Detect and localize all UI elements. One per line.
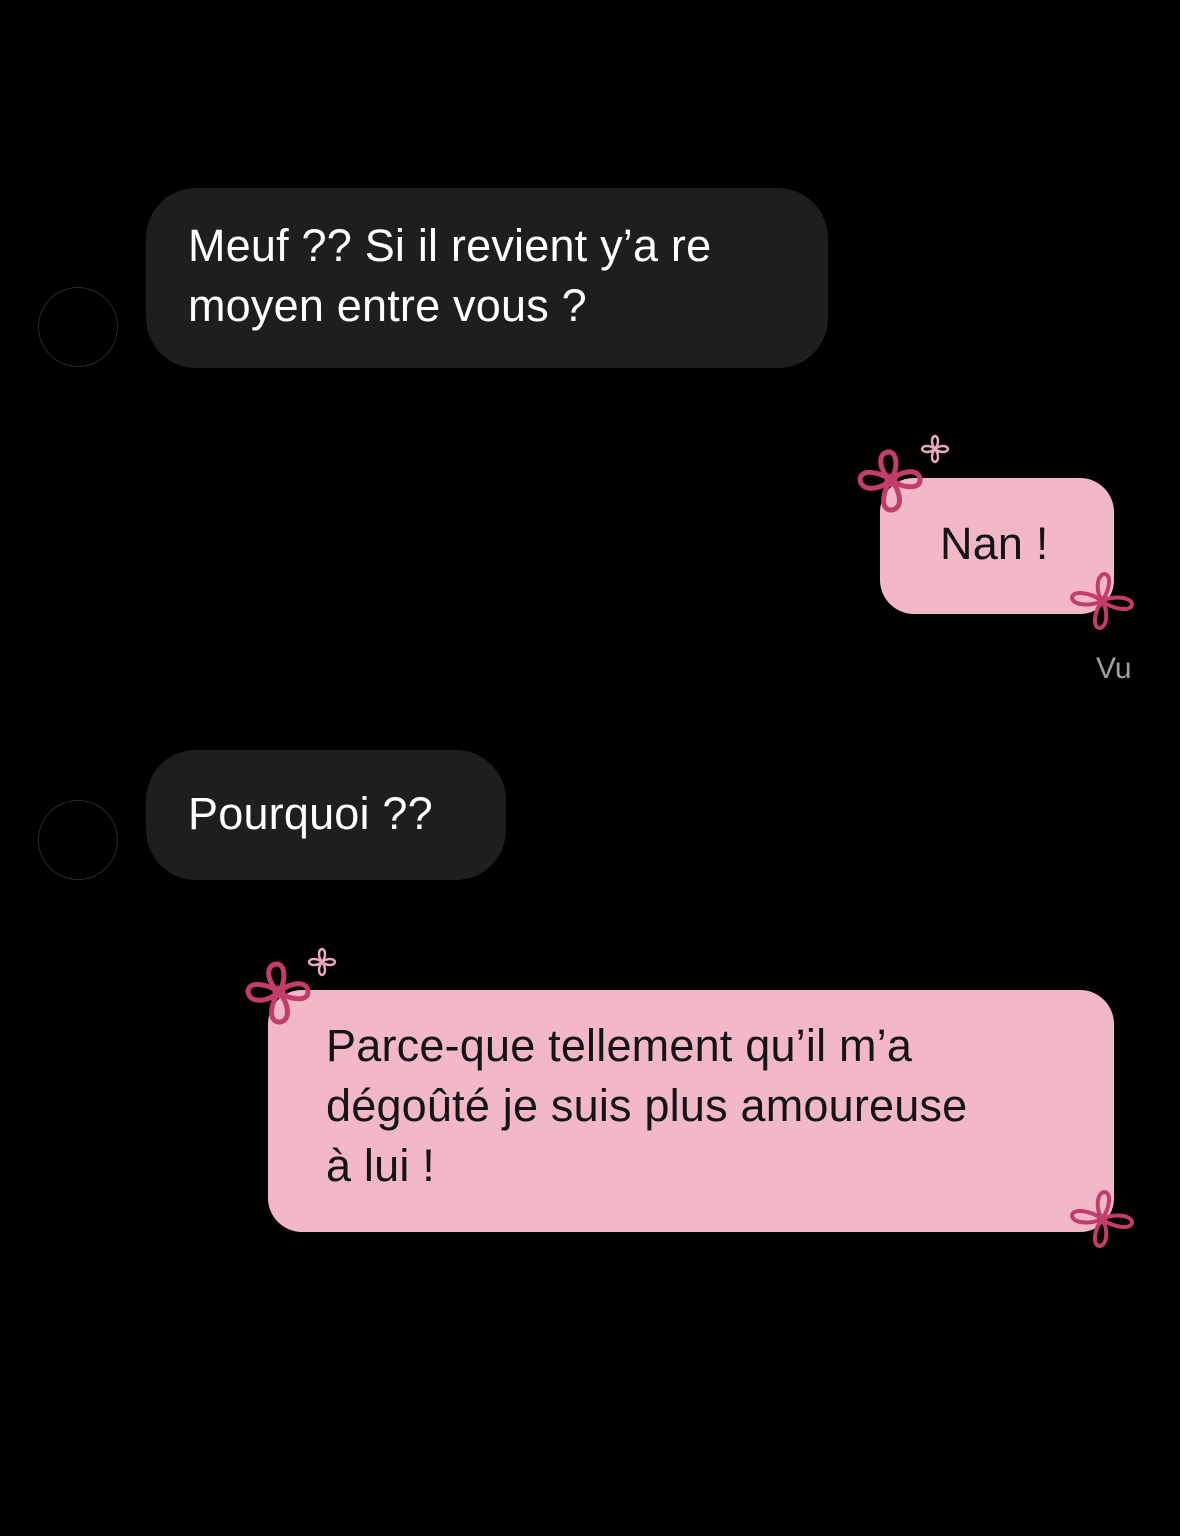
seen-status: Vu (1096, 652, 1132, 685)
avatar[interactable] (38, 800, 118, 880)
flower-icon (1069, 571, 1135, 631)
flower-icon (1069, 1189, 1135, 1249)
avatar[interactable] (38, 287, 118, 367)
outgoing-message-bubble[interactable]: Parce-que tellement qu’il m’a dégoûté je… (268, 990, 1114, 1232)
incoming-message-bubble[interactable]: Meuf ?? Si il revient y’a re moyen entre… (146, 188, 828, 368)
message-text: Meuf ?? Si il revient y’a re moyen entre… (188, 220, 712, 331)
incoming-message-bubble[interactable]: Pourquoi ?? (146, 750, 506, 880)
message-thread: Meuf ?? Si il revient y’a re moyen entre… (0, 0, 1180, 1536)
small-flower-icon (307, 947, 337, 977)
small-flower-icon (920, 434, 950, 464)
message-text: Nan ! (940, 518, 1049, 569)
message-text: Parce-que tellement qu’il m’a dégoûté je… (326, 1020, 968, 1191)
message-text: Pourquoi ?? (188, 788, 433, 839)
